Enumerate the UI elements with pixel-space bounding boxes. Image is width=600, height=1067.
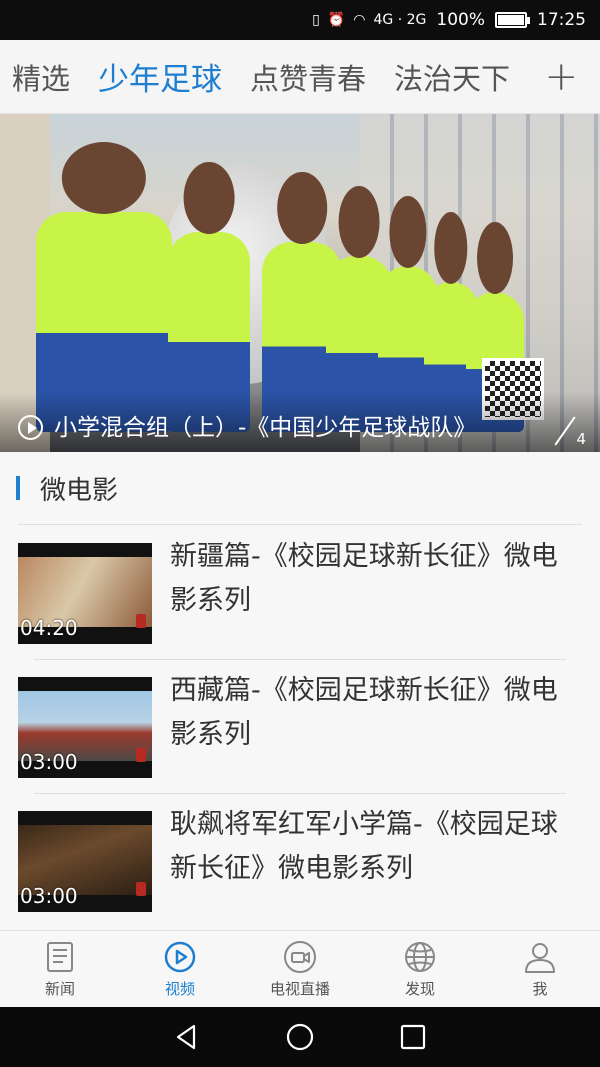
vibrate-icon: ▯ — [312, 12, 320, 28]
tab-news[interactable]: 新闻 — [10, 940, 110, 999]
section-title: 微电影 — [40, 475, 119, 506]
logo-badge-icon — [136, 748, 146, 762]
logo-badge-icon — [136, 614, 146, 628]
list-item[interactable]: 04:20 新疆篇-《校园足球新长征》微电影系列 — [0, 525, 600, 659]
alarm-icon: ⏰ — [327, 12, 346, 28]
video-thumbnail[interactable]: 04:20 — [18, 543, 152, 644]
tab-tv-live[interactable]: 电视直播 — [250, 940, 350, 999]
tab-me-label: 我 — [532, 979, 548, 998]
recents-icon[interactable] — [398, 1022, 428, 1052]
tab-shaonian-zuqiu[interactable]: 少年足球 — [98, 54, 222, 99]
tab-fazhi-tianxia[interactable]: 法治天下 — [394, 56, 510, 98]
hero-caption[interactable]: 小学混合组（上）-《中国少年足球战队》 — [54, 408, 476, 442]
tab-dianzan-qingchun[interactable]: 点赞青春 — [250, 56, 366, 98]
play-icon[interactable] — [18, 415, 43, 440]
globe-icon — [405, 941, 435, 972]
tab-me[interactable]: 我 — [490, 940, 590, 999]
list-item[interactable]: 03:00 耿飙将军红军小学篇-《校园足球新长征》微电影系列 — [0, 793, 600, 927]
video-duration: 03:00 — [20, 750, 78, 774]
system-nav-bar — [0, 1007, 600, 1067]
battery-icon — [495, 12, 530, 28]
tab-jingxuan[interactable]: 精选 — [12, 56, 70, 98]
wifi-icon: ◠ — [353, 12, 366, 28]
pager-total: 4 — [576, 430, 586, 448]
tab-news-label: 新闻 — [44, 979, 75, 998]
video-title[interactable]: 新疆篇-《校园足球新长征》微电影系列 — [170, 535, 582, 643]
battery-percent: 100% — [436, 10, 485, 30]
tab-video[interactable]: 视频 — [130, 940, 230, 999]
home-icon[interactable] — [285, 1022, 315, 1052]
tab-discover[interactable]: 发现 — [370, 940, 470, 999]
play-circle-icon — [164, 941, 196, 972]
logo-badge-icon — [136, 882, 146, 896]
tab-video-label: 视频 — [164, 979, 195, 998]
section-header: 微电影 — [0, 452, 600, 524]
video-title[interactable]: 西藏篇-《校园足球新长征》微电影系列 — [170, 669, 582, 777]
clock: 17:25 — [537, 10, 586, 30]
plus-icon[interactable]: + — [544, 57, 578, 97]
hero-pager: 4 — [554, 414, 586, 448]
status-bar: ▯ ⏰ ◠ 4G · 2G 100% 17:25 — [0, 0, 600, 40]
video-duration: 03:00 — [20, 884, 78, 908]
category-tabs: 精选 少年足球 点赞青春 法治天下 + — [0, 40, 600, 114]
video-title[interactable]: 耿飙将军红军小学篇-《校园足球新长征》微电影系列 — [170, 803, 582, 911]
signal-icon: 4G · 2G — [373, 12, 427, 28]
back-icon[interactable] — [172, 1022, 202, 1052]
list-item[interactable]: 03:00 西藏篇-《校园足球新长征》微电影系列 — [0, 659, 600, 793]
video-thumbnail[interactable]: 03:00 — [18, 811, 152, 912]
newspaper-icon — [47, 941, 73, 972]
tab-discover-label: 发现 — [404, 979, 435, 998]
status-icons: ▯ ⏰ ◠ 4G · 2G — [312, 12, 426, 28]
bottom-tab-bar: 新闻 视频 电视直播 发现 我 — [0, 930, 600, 1007]
camera-icon — [284, 940, 316, 973]
video-list: 04:20 新疆篇-《校园足球新长征》微电影系列 03:00 西藏篇-《校园足球… — [0, 525, 600, 927]
video-thumbnail[interactable]: 03:00 — [18, 677, 152, 778]
person-icon — [525, 942, 555, 973]
hero-banner[interactable]: 小学混合组（上）-《中国少年足球战队》 4 — [0, 114, 600, 452]
section-accent-bar — [16, 476, 20, 500]
tab-tv-live-label: 电视直播 — [269, 979, 330, 998]
video-duration: 04:20 — [20, 616, 78, 640]
